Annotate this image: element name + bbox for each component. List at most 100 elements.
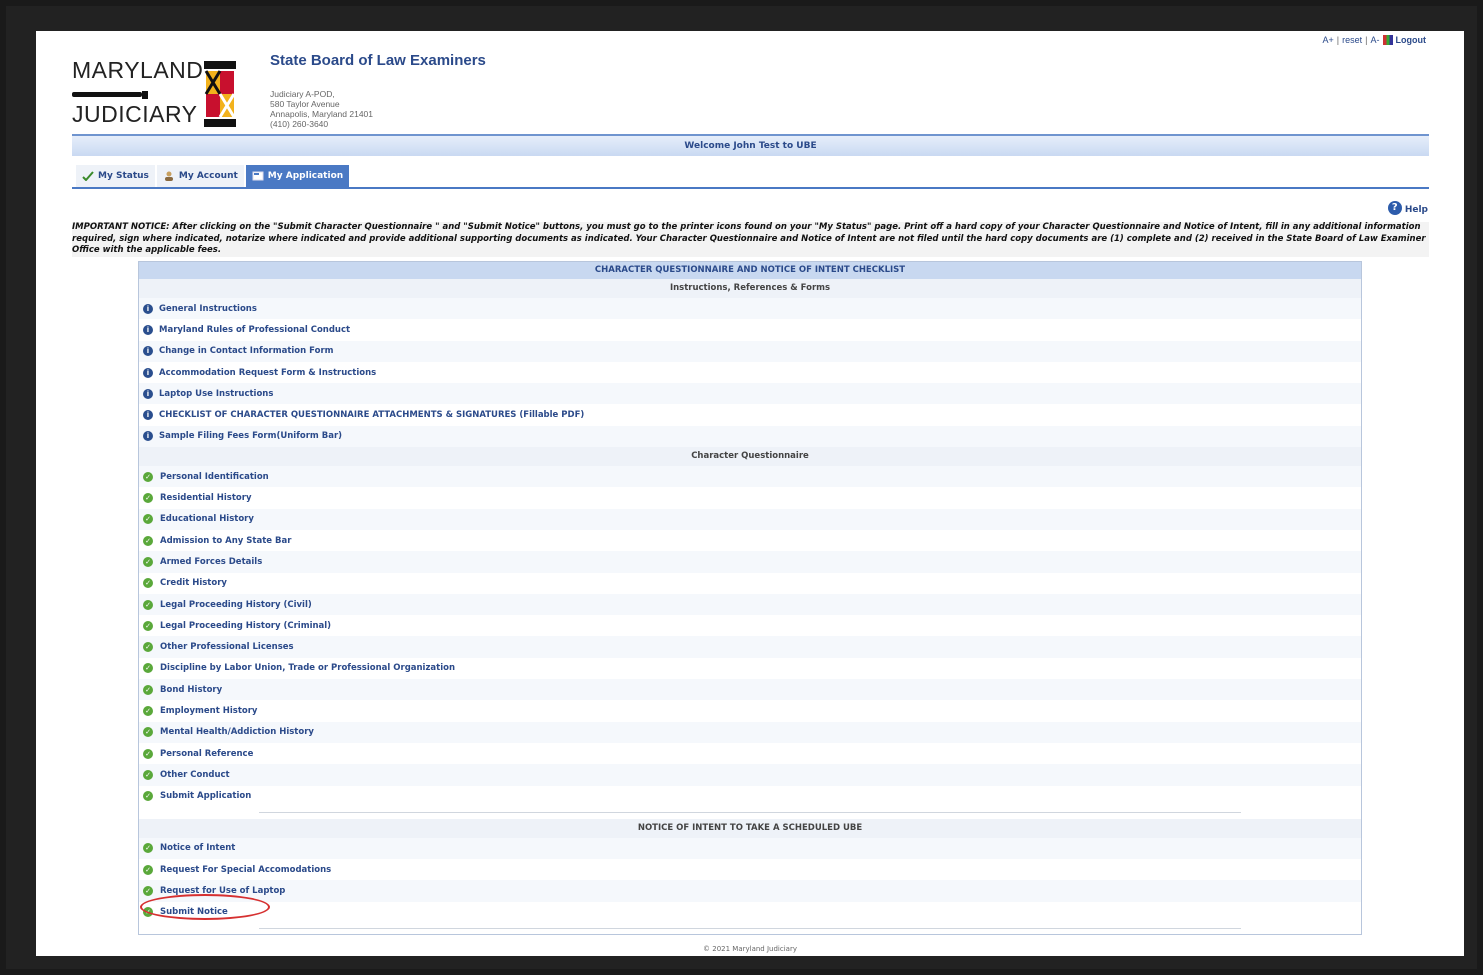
info-icon: i	[143, 346, 153, 357]
checklist-title: CHARACTER QUESTIONNAIRE AND NOTICE OF IN…	[139, 262, 1361, 279]
footer-copyright: © 2021 Maryland Judiciary	[703, 945, 797, 953]
highlight-circle-annotation	[140, 894, 270, 920]
item-link[interactable]: Notice of Intent	[160, 843, 235, 853]
help-icon: ?	[1387, 201, 1402, 215]
check-icon: ✓	[143, 599, 153, 610]
check-icon: ✓	[143, 663, 153, 674]
item-link[interactable]: Sample Filing Fees Form(Uniform Bar)	[159, 431, 342, 441]
list-item[interactable]: ✓ Mental Health/Addiction History	[139, 721, 1361, 743]
logout-link[interactable]: Logout	[1396, 35, 1427, 45]
list-item[interactable]: ✓ Submit Application	[139, 785, 1361, 807]
item-link[interactable]: Change in Contact Information Form	[159, 346, 334, 356]
item-link[interactable]: Other Conduct	[160, 770, 230, 780]
check-icon: ✓	[143, 471, 153, 482]
list-item[interactable]: i CHECKLIST OF CHARACTER QUESTIONNAIRE AT…	[139, 404, 1361, 426]
item-link[interactable]: Legal Proceeding History (Civil)	[160, 600, 312, 610]
status-icon	[82, 171, 94, 181]
list-item[interactable]: ✓ Discipline by Labor Union, Trade or Pro…	[139, 657, 1361, 680]
list-item[interactable]: ✓ Employment History	[139, 700, 1361, 722]
checklist-table: CHARACTER QUESTIONNAIRE AND NOTICE OF IN…	[138, 261, 1362, 935]
list-item[interactable]: ✓ Bond History	[139, 679, 1361, 701]
list-item[interactable]: ✓ Other Conduct	[139, 764, 1361, 786]
tab-bar: My Status My Account My Application	[76, 165, 350, 187]
list-item[interactable]: ✓ Residential History	[139, 487, 1361, 509]
tab-my-application[interactable]: My Application	[245, 165, 350, 187]
list-item[interactable]: ✓ Personal Identification	[139, 466, 1361, 488]
check-icon: ✓	[143, 514, 153, 525]
check-icon: ✓	[143, 727, 153, 738]
tab-my-account[interactable]: My Account	[156, 165, 244, 187]
item-link[interactable]: CHECKLIST OF CHARACTER QUESTIONNAIRE ATT…	[159, 410, 584, 420]
item-link[interactable]: Maryland Rules of Professional Conduct	[159, 325, 350, 335]
tab-underline	[72, 187, 1429, 189]
address-line: Judiciary A-POD,	[270, 89, 335, 99]
list-item[interactable]: i Laptop Use Instructions	[139, 383, 1361, 405]
item-link[interactable]: Submit Application	[160, 791, 251, 801]
font-increase-link[interactable]: A+	[1323, 35, 1334, 45]
tab-label: My Application	[267, 171, 344, 181]
info-icon: i	[143, 303, 153, 314]
list-item[interactable]: ✓ Other Professional Licenses	[139, 636, 1361, 658]
list-item[interactable]: ✓ Legal Proceeding History (Criminal)	[139, 615, 1361, 637]
item-link[interactable]: Bond History	[160, 685, 222, 695]
info-icon: i	[143, 388, 153, 399]
logo-bar-knob	[142, 91, 148, 99]
list-item[interactable]: i Maryland Rules of Professional Conduct	[139, 319, 1361, 341]
list-item[interactable]: ✓ Request for Use of Laptop	[139, 880, 1361, 902]
logo-line2: JUDICIARY	[72, 101, 198, 127]
help-link[interactable]: ? Help	[1387, 201, 1428, 215]
item-link[interactable]: Accommodation Request Form & Instruction…	[159, 368, 376, 378]
maryland-judiciary-logo[interactable]: MARYLAND JUDICIARY	[72, 55, 252, 131]
item-link[interactable]: Personal Reference	[160, 749, 253, 759]
item-link[interactable]: Residential History	[160, 493, 252, 503]
list-item[interactable]: ✓ Educational History	[139, 508, 1361, 530]
list-item[interactable]: i Sample Filing Fees Form(Uniform Bar)	[139, 425, 1361, 448]
item-link[interactable]: Request For Special Accomodations	[160, 865, 331, 875]
item-link[interactable]: Mental Health/Addiction History	[160, 727, 314, 737]
list-item[interactable]: i General Instructions	[139, 298, 1361, 320]
item-link[interactable]: Personal Identification	[160, 472, 269, 482]
list-item[interactable]: ✓ Admission to Any State Bar	[139, 529, 1361, 552]
info-icon: i	[143, 431, 153, 442]
item-link[interactable]: Armed Forces Details	[160, 557, 262, 567]
check-icon: ✓	[143, 642, 153, 653]
item-link[interactable]: Admission to Any State Bar	[160, 536, 291, 546]
check-icon: ✓	[143, 705, 153, 716]
font-decrease-link[interactable]: A-	[1371, 35, 1380, 45]
tab-my-status[interactable]: My Status	[76, 165, 155, 187]
logout-icon[interactable]	[1382, 35, 1393, 45]
info-icon: i	[143, 324, 153, 335]
separator: |	[1336, 35, 1340, 45]
list-item[interactable]: ✓ Notice of Intent	[139, 837, 1361, 860]
welcome-banner: Welcome John Test to UBE	[72, 134, 1429, 156]
item-link[interactable]: General Instructions	[159, 304, 257, 314]
separator: |	[1365, 35, 1368, 45]
check-icon: ✓	[143, 620, 153, 631]
list-item[interactable]: ✓ Personal Reference	[139, 742, 1361, 765]
list-item[interactable]: i Change in Contact Information Form	[139, 340, 1361, 362]
section-heading-questionnaire: Character Questionnaire	[139, 447, 1361, 467]
list-item[interactable]: ✓ Request For Special Accomodations	[139, 859, 1361, 881]
tab-label: My Status	[98, 171, 149, 181]
tab-label: My Account	[178, 171, 238, 181]
item-link[interactable]: Other Professional Licenses	[160, 642, 294, 652]
item-link[interactable]: Discipline by Labor Union, Trade or Prof…	[160, 663, 455, 673]
font-reset-link[interactable]: reset	[1342, 35, 1362, 45]
item-link[interactable]: Educational History	[160, 514, 254, 524]
check-icon: ✓	[143, 864, 153, 875]
list-item[interactable]: ✓ Armed Forces Details	[139, 551, 1361, 573]
logo-line1: MARYLAND	[72, 57, 204, 83]
list-item[interactable]: i Accommodation Request Form & Instructio…	[139, 361, 1361, 384]
info-icon: i	[143, 367, 153, 378]
item-link[interactable]: Employment History	[160, 706, 257, 716]
check-icon: ✓	[143, 684, 153, 695]
screenshot-frame: MARYLAND JUDICIARY State Board of Law Ex…	[6, 6, 1477, 969]
item-link[interactable]: Laptop Use Instructions	[159, 389, 273, 399]
section-heading-notice-of-intent: NOTICE OF INTENT TO TAKE A SCHEDULED UBE	[139, 818, 1361, 838]
item-link[interactable]: Credit History	[160, 578, 227, 588]
check-icon: ✓	[143, 769, 153, 780]
list-item[interactable]: ✓ Credit History	[139, 572, 1361, 594]
list-item[interactable]: ✓ Legal Proceeding History (Civil)	[139, 593, 1361, 616]
list-item[interactable]: ✓ Submit Notice	[139, 901, 1361, 924]
item-link[interactable]: Legal Proceeding History (Criminal)	[160, 621, 331, 631]
